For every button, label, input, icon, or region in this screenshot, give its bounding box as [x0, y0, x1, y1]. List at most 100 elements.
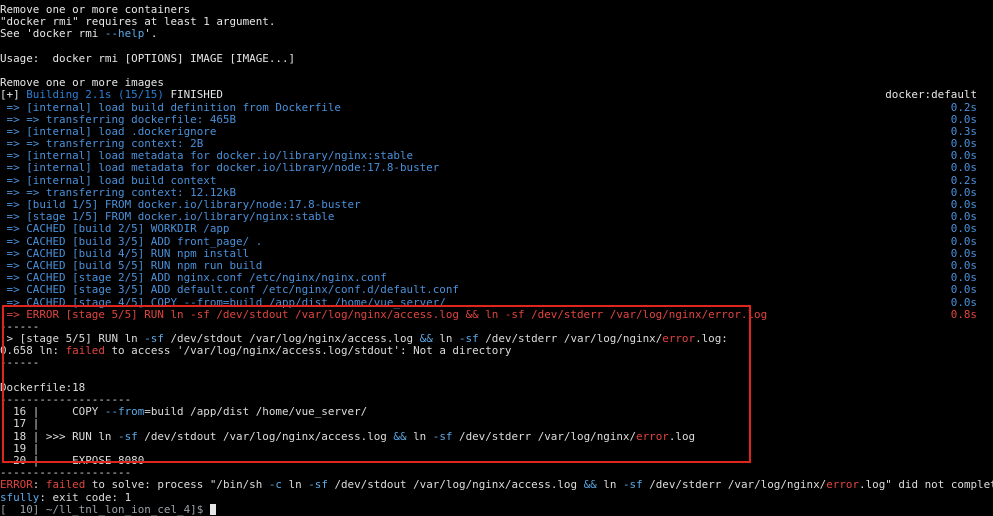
build-step-time: 0.0s	[950, 186, 977, 199]
build-step-time: 0.0s	[950, 150, 977, 163]
build-step-time: 0.0s	[950, 211, 977, 224]
build-step-time: 0.0s	[950, 138, 977, 151]
output-text: : exit code: 1	[39, 491, 132, 504]
build-step-time: 0.3s	[950, 125, 977, 138]
terminal-line: Remove one or more images	[0, 77, 993, 89]
terminal-line: Usage: docker rmi [OPTIONS] IMAGE [IMAGE…	[0, 53, 993, 65]
build-step-text: => [internal] load .dockerignore	[0, 125, 217, 138]
operator-text: &&	[393, 430, 407, 443]
build-step-text: => [stage 1/5] FROM docker.io/library/ng…	[0, 211, 335, 224]
build-step-time: 0.0s	[950, 199, 977, 211]
prompt-line[interactable]: [ 10] ~/ll_tnl_lon_ion_cel_4]$	[0, 503, 993, 516]
code-text: 16 | COPY	[0, 406, 105, 419]
cursor[interactable]	[209, 503, 216, 515]
build-step-text: => [internal] load metadata for docker.i…	[0, 162, 440, 175]
separator-text: ------	[0, 320, 40, 333]
build-step-line: => CACHED [stage 4/5] COPY --from=build …	[0, 297, 993, 309]
build-step-text: => CACHED [build 4/5] RUN npm install	[0, 247, 250, 260]
error-run-line: > [stage 5/5] RUN ln -sf /dev/stdout /va…	[0, 333, 993, 345]
output-text: /dev/stdout /var/log/nginx/access.log	[327, 479, 584, 492]
operator-text: &&	[419, 333, 433, 346]
code-text: ln	[406, 430, 433, 443]
build-step-line: => [internal] load metadata for docker.i…	[0, 150, 993, 162]
output-text: /dev/stderr /var/log/nginx/	[642, 479, 827, 492]
separator-text: --------------------	[0, 467, 132, 480]
separator-text: --------------------	[0, 394, 132, 406]
failure-line: 0.658 ln: failed to access '/var/log/ngi…	[0, 345, 993, 357]
build-steps: => [internal] load build definition from…	[0, 102, 993, 309]
separator: ------	[0, 357, 993, 369]
code-text: 20 | EXPOSE 8080	[0, 454, 145, 467]
build-step-line: => CACHED [build 5/5] RUN npm run build 0…	[0, 260, 993, 272]
build-step-line: => CACHED [build 2/5] WORKDIR /app 0.0s	[0, 223, 993, 235]
final-error-line-cont: sfully: exit code: 1	[0, 492, 993, 504]
error-step-line: => ERROR [stage 5/5] RUN ln -sf /dev/std…	[0, 309, 993, 321]
build-step-time: 0.0s	[950, 113, 977, 126]
build-step-text: => [internal] load metadata for docker.i…	[0, 150, 414, 163]
build-step-time: 0.2s	[950, 101, 977, 114]
output-text: See 'docker rmi	[0, 28, 105, 41]
build-step-text: => => transferring context: 12.12kB	[0, 186, 237, 199]
build-step-text: => CACHED [stage 4/5] COPY --from=build …	[0, 296, 446, 309]
error-word: error	[826, 479, 860, 492]
error-label: ERROR	[0, 479, 33, 492]
terminal-output: Remove one or more containers "docker rm…	[0, 4, 993, 516]
build-step-line: => [stage 1/5] FROM docker.io/library/ng…	[0, 211, 993, 223]
build-step-text: => => transferring dockerfile: 465B	[0, 113, 237, 126]
separator: ------	[0, 321, 993, 333]
build-header: [+] Building 2.1s (15/15) FINISHED docker…	[0, 89, 993, 101]
usage-text: Usage: docker rmi [OPTIONS] IMAGE [IMAGE…	[0, 52, 296, 65]
build-prefix: [+]	[0, 89, 27, 102]
flag-text: -sf	[459, 333, 479, 346]
build-step-text: => CACHED [build 5/5] RUN npm run build	[0, 259, 263, 272]
output-text: to access '/var/log/nginx/access.log/std…	[104, 345, 512, 358]
build-step-text: => [internal] load build context	[0, 174, 217, 187]
build-step-time: 0.0s	[950, 296, 977, 309]
output-text: ln	[281, 479, 309, 492]
build-step-line: => CACHED [build 4/5] RUN npm install 0.0…	[0, 248, 993, 260]
build-step-line: => CACHED [stage 3/5] ADD default.conf /…	[0, 284, 993, 296]
build-step-line: => CACHED [build 3/5] ADD front_page/ . 0…	[0, 236, 993, 248]
terminal-line: See 'docker rmi --help'.	[0, 28, 993, 40]
output-text: "docker rmi" requires at least 1 argumen…	[0, 16, 276, 29]
build-step-line: => [build 1/5] FROM docker.io/library/no…	[0, 199, 993, 211]
flag-text: -sf	[622, 479, 643, 492]
output-text: /dev/stderr /var/log/nginx/	[478, 333, 663, 346]
dockerfile-ref: Dockerfile:18	[0, 382, 993, 394]
output-text: > [stage 5/5] RUN ln	[0, 333, 145, 346]
output-text: Remove one or more images	[0, 77, 164, 90]
output-text: ln	[596, 479, 623, 492]
build-step-line: => => transferring dockerfile: 465B 0.0s	[0, 114, 993, 126]
flag-text: -c	[268, 479, 282, 492]
dockerfile-line: Dockerfile:18	[0, 381, 86, 394]
build-step-time: 0.0s	[950, 259, 977, 272]
build-finished: FINISHED	[170, 89, 223, 102]
build-step-time: 0.0s	[950, 235, 977, 248]
build-step-text: => CACHED [build 3/5] ADD front_page/ .	[0, 235, 263, 248]
flag-text: -sf	[118, 430, 138, 443]
code-text: 17 |	[0, 418, 40, 431]
failed-word: failed	[65, 345, 105, 358]
error-step-time: 0.8s	[950, 308, 977, 321]
output-text: 0.658 ln:	[0, 345, 66, 358]
error-word: error	[636, 430, 669, 443]
output-text: /dev/stdout /var/log/nginx/access.log	[163, 333, 420, 346]
build-step-line: => [internal] load .dockerignore 0.3s	[0, 126, 993, 138]
build-step-time: 0.2s	[950, 174, 977, 187]
builder-name: docker:default	[885, 89, 977, 102]
output-text: .log" did not complete	[859, 479, 993, 492]
build-step-text: => [internal] load build definition from…	[0, 101, 341, 114]
output-text: '.	[144, 28, 158, 41]
code-line-19: 19 |	[0, 443, 993, 455]
code-text: =build /app/dist /home/vue_server/	[144, 406, 368, 419]
shell-prompt: [ 10] ~/ll_tnl_lon_ion_cel_4]$	[0, 503, 210, 516]
code-text: 19 |	[0, 442, 40, 455]
build-step-time: 0.0s	[950, 223, 977, 236]
build-step-line: => [internal] load metadata for docker.i…	[0, 162, 993, 174]
build-status: Building 2.1s (15/15)	[26, 89, 171, 102]
separator-text: ------	[0, 357, 40, 370]
separator: --------------------	[0, 467, 993, 479]
error-step-text: => ERROR [stage 5/5] RUN ln -sf /dev/std…	[0, 308, 768, 321]
output-text: to solve: process "/bin/sh	[85, 479, 269, 492]
flag-text: -sf	[432, 430, 453, 443]
